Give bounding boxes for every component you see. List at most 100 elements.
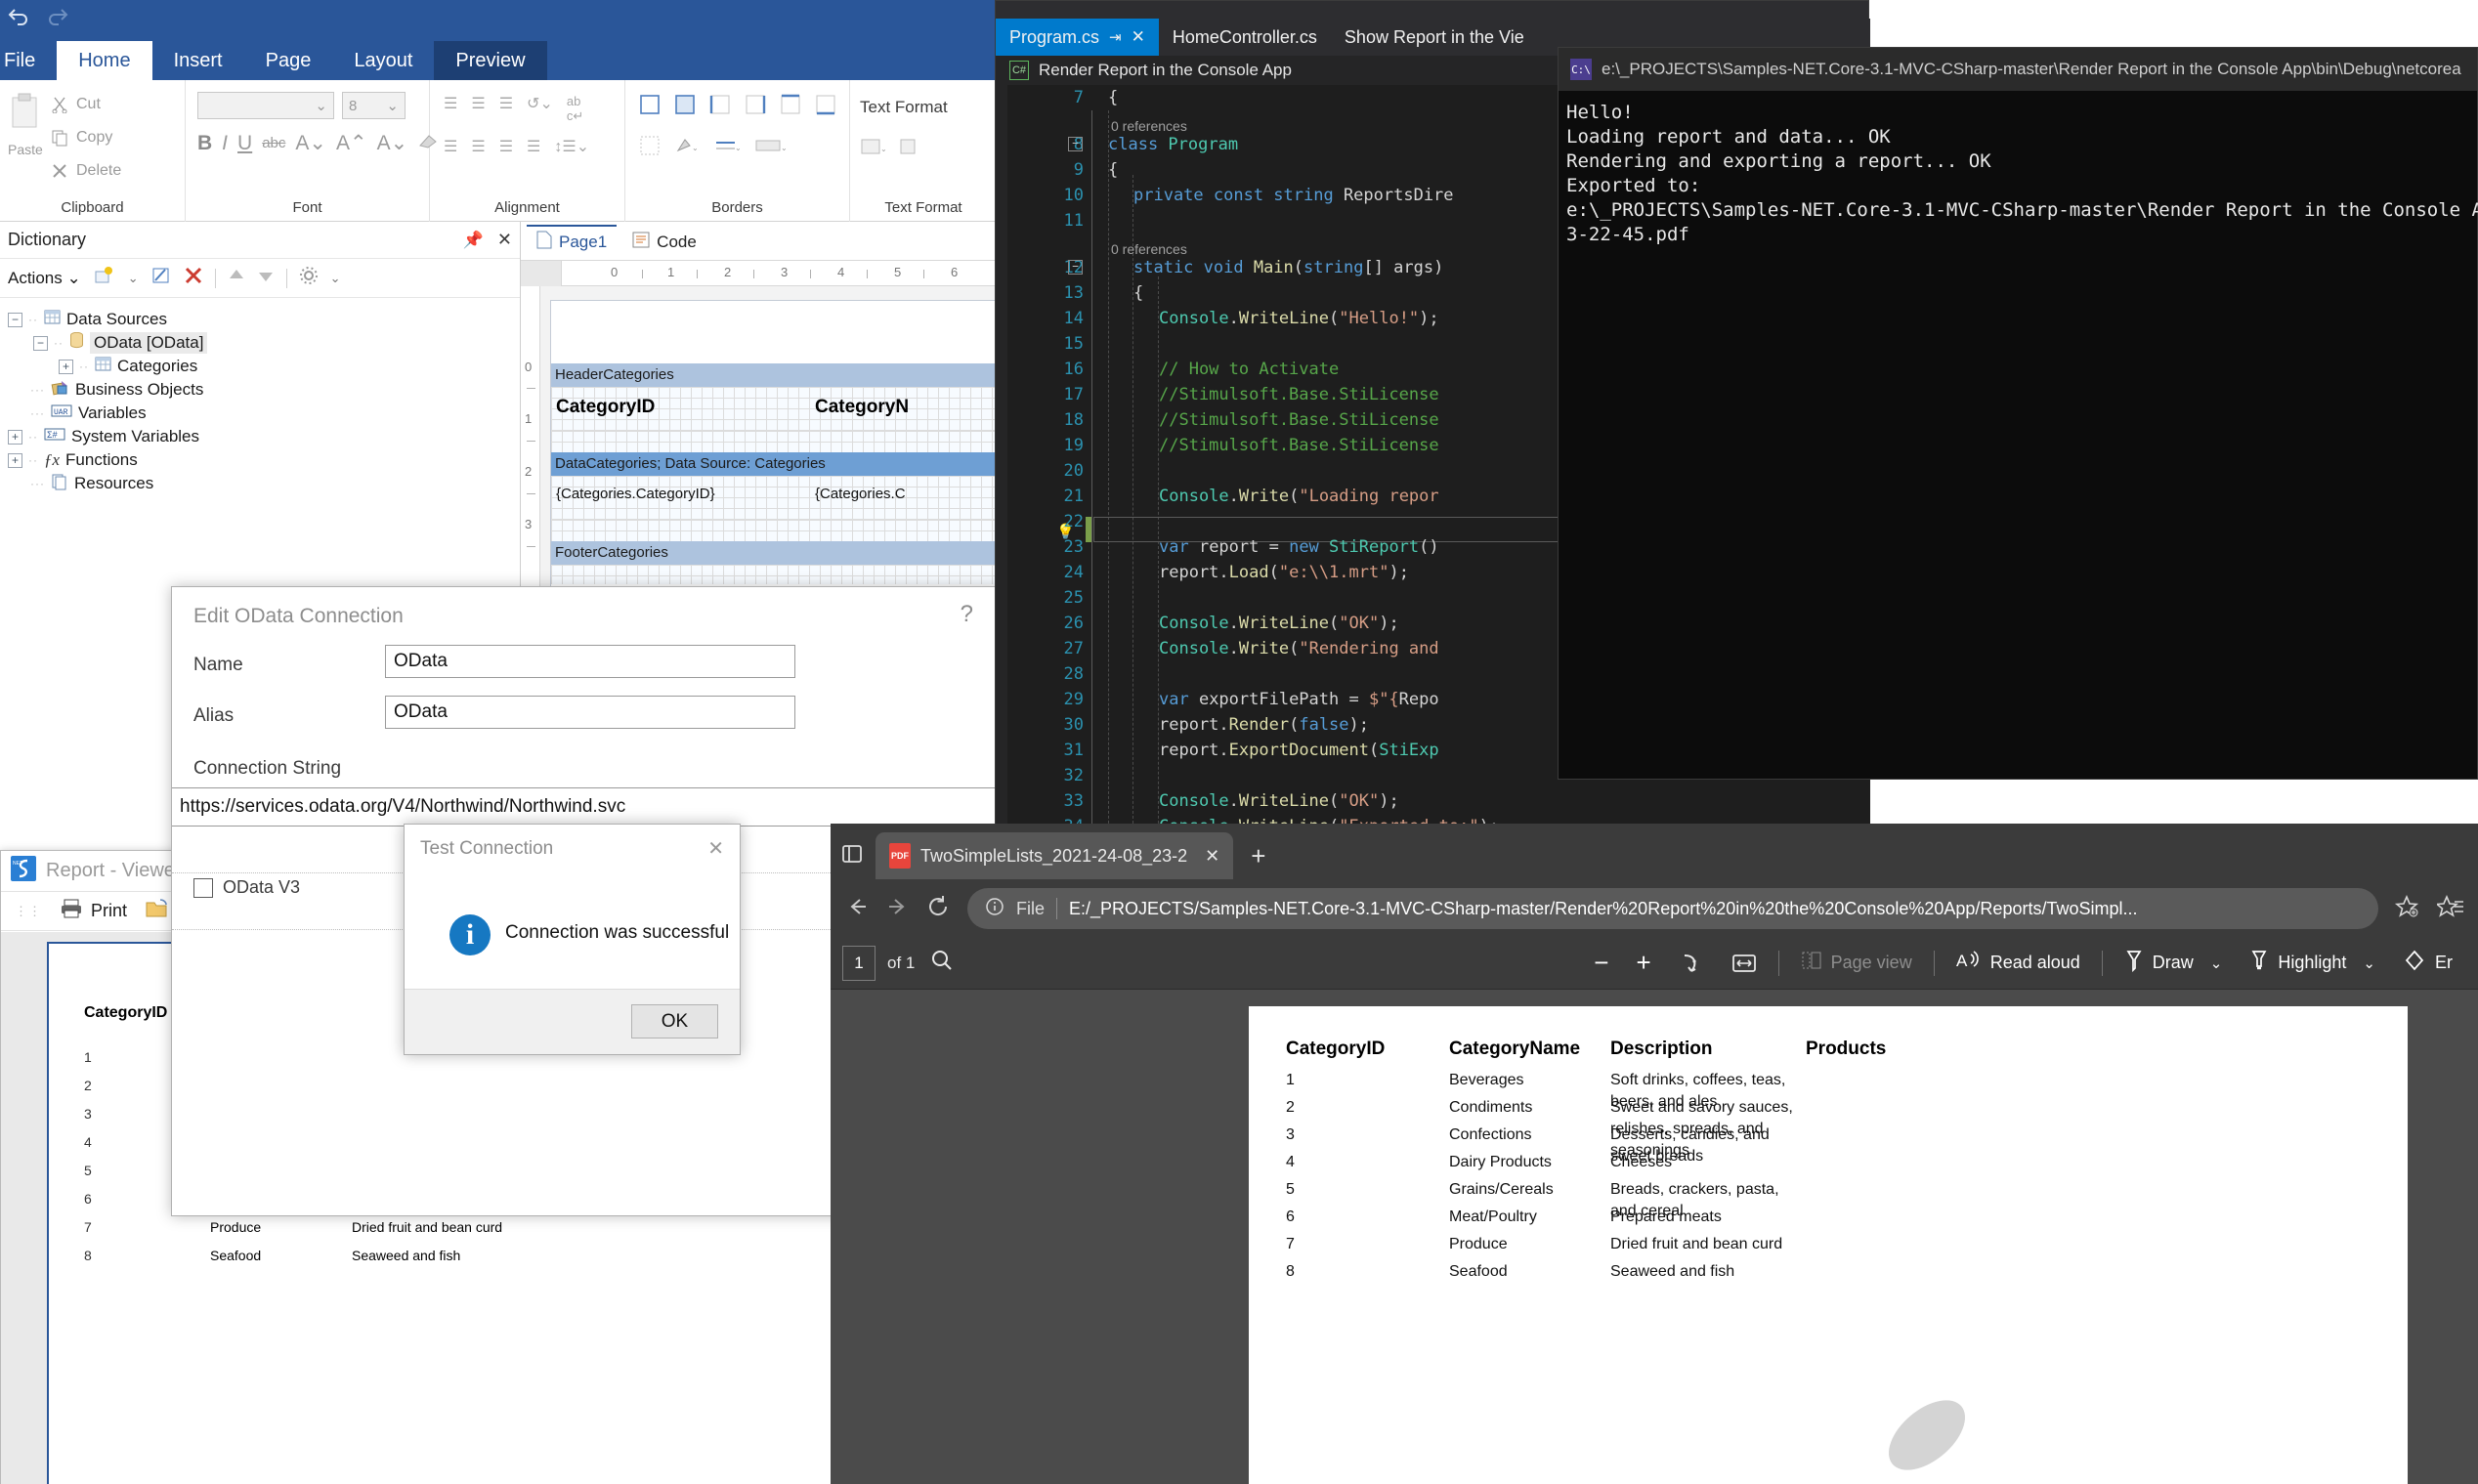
justify-icon[interactable]: ☰ [527, 137, 540, 156]
align-left-icon[interactable]: ☰ [444, 94, 457, 124]
help-icon[interactable]: ? [961, 601, 973, 628]
fit-width-icon[interactable] [1718, 944, 1771, 983]
tree-item-functions[interactable]: + ·· ƒx Functions [8, 448, 520, 472]
reload-icon[interactable] [926, 895, 952, 923]
tree-item-data-sources[interactable]: − ·· Data Sources [8, 308, 520, 331]
border-none-icon[interactable] [639, 135, 661, 161]
italic-button[interactable]: I [222, 132, 228, 155]
border-bottom-icon[interactable] [815, 94, 836, 120]
chevron-down-icon[interactable]: ⌄ [128, 271, 139, 286]
border-width-icon[interactable]: ⌄ [754, 135, 790, 161]
ribbon-tab-preview[interactable]: Preview [434, 41, 547, 80]
back-icon[interactable] [844, 896, 870, 922]
border-color-icon[interactable]: ⌄ [674, 135, 700, 161]
expander-plus-icon[interactable]: + [8, 452, 22, 468]
code-line[interactable]: { [1108, 157, 1118, 183]
highlight-button[interactable]: Highlight ⌄ [2236, 944, 2389, 983]
search-icon[interactable] [930, 949, 954, 977]
border-left-icon[interactable] [709, 94, 731, 120]
font-color-button[interactable]: A⌄ [295, 131, 326, 155]
vs-tab-homecontroller-cs[interactable]: HomeController.cs [1159, 19, 1331, 56]
border-all-icon[interactable] [639, 94, 661, 120]
band-header-categories[interactable]: HeaderCategories [551, 363, 1001, 387]
align-top-icon[interactable]: ☰ [444, 137, 457, 156]
name-field[interactable] [385, 645, 795, 678]
line-spacing-icon[interactable]: ↕☰⌄ [554, 137, 589, 156]
settings-gear-icon[interactable] [299, 266, 319, 290]
edit-icon[interactable] [150, 266, 172, 290]
paste-button[interactable]: Paste [8, 92, 47, 160]
close-icon[interactable]: ✕ [707, 836, 724, 861]
new-tab-button[interactable]: + [1237, 841, 1279, 871]
undo-icon[interactable] [6, 6, 31, 27]
delete-icon[interactable] [184, 266, 203, 290]
rotate-text-icon[interactable]: ↺⌄ [527, 94, 553, 124]
code-fold-toggle[interactable]: − [1068, 137, 1083, 151]
rotate-icon[interactable] [1665, 944, 1718, 983]
cut-button[interactable]: Cut [51, 96, 101, 113]
code-fold-toggle[interactable]: − [1068, 260, 1083, 275]
pdf-viewport[interactable]: CategoryID CategoryName Description Product… [831, 990, 2478, 1484]
test-dialog-ok-button[interactable]: OK [631, 1004, 718, 1039]
code-line[interactable]: Console.WriteLine("Hello!"); [1108, 306, 1439, 331]
code-line[interactable]: { [1108, 280, 1143, 306]
code-line[interactable]: Console.WriteLine("OK"); [1108, 611, 1399, 636]
code-line[interactable]: // How to Activate [1108, 357, 1339, 382]
bold-button[interactable]: B [197, 132, 212, 155]
zoom-out-button[interactable]: − [1580, 944, 1622, 983]
chevron-down-icon[interactable]: ⌄ [2210, 954, 2223, 972]
code-line[interactable]: var exportFilePath = $"{Repo [1108, 687, 1439, 712]
ribbon-tab-file[interactable]: File [0, 41, 57, 80]
tab-actions-icon[interactable] [840, 842, 864, 870]
collections-icon[interactable] [2434, 894, 2464, 924]
ribbon-tab-insert[interactable]: Insert [152, 41, 244, 80]
align-middle-icon[interactable]: ☰ [471, 137, 485, 156]
tree-item-categories[interactable]: + ·· Categories [8, 355, 520, 378]
tree-item-variables[interactable]: ··· UAR Variables [8, 402, 520, 425]
header-cell-categoryid[interactable]: CategoryID [556, 397, 655, 418]
font-family-combo[interactable]: ⌄ [197, 92, 334, 119]
ribbon-tab-layout[interactable]: Layout [332, 41, 434, 80]
actions-button[interactable]: Actions ⌄ [8, 269, 81, 288]
page-view-button[interactable]: Page view [1787, 944, 1926, 983]
ribbon-tab-page[interactable]: Page [244, 41, 333, 80]
code-line[interactable]: //Stimulsoft.Base.StiLicense [1108, 407, 1439, 433]
new-item-icon[interactable] [93, 266, 116, 290]
code-line[interactable]: var report = new StiReport() [1108, 534, 1439, 560]
expander-plus-icon[interactable]: + [59, 359, 73, 374]
tree-item-business-objects[interactable]: ··· Business Objects [8, 378, 520, 402]
delete-button[interactable]: Delete [51, 162, 121, 180]
increase-font-size-button[interactable]: A⌃ [336, 131, 367, 155]
text-format-more-icon[interactable] [899, 137, 919, 161]
odata-v3-checkbox[interactable] [193, 878, 213, 898]
read-aloud-button[interactable]: A Read aloud [1943, 944, 2094, 983]
close-icon[interactable]: ✕ [497, 230, 512, 250]
code-line[interactable]: report.ExportDocument(StiExp [1108, 738, 1439, 763]
toolbar-grip[interactable]: ⋮⋮ [15, 904, 42, 919]
code-line[interactable]: class Program [1108, 132, 1238, 157]
redo-icon[interactable] [45, 6, 70, 27]
tree-item-resources[interactable]: ··· Resources [8, 472, 520, 495]
border-top-icon[interactable] [780, 94, 801, 120]
code-line[interactable]: Console.Write("Rendering and [1108, 636, 1439, 661]
close-icon[interactable]: ✕ [1205, 846, 1219, 867]
chevron-down-icon[interactable]: ⌄ [330, 271, 341, 286]
align-bottom-icon[interactable]: ☰ [499, 137, 513, 156]
underline-button[interactable]: U [237, 132, 252, 155]
pdf-page-input[interactable]: 1 [842, 945, 876, 981]
border-right-icon[interactable] [745, 94, 766, 120]
code-line[interactable]: Console.WriteLine("OK"); [1108, 788, 1399, 814]
viewer-print-button[interactable]: Print [60, 898, 127, 924]
forward-icon[interactable] [885, 896, 911, 922]
pin-icon[interactable]: ⇥ [1109, 28, 1122, 46]
zoom-in-button[interactable]: + [1622, 944, 1664, 983]
code-line[interactable]: report.Render(false); [1108, 712, 1369, 738]
code-line[interactable]: Console.Write("Loading repor [1108, 484, 1439, 509]
expander-plus-icon[interactable]: + [8, 429, 22, 445]
text-format-type-icon[interactable]: ⌄ [860, 137, 887, 161]
data-cell-categoryname[interactable]: {Categories.C [815, 486, 906, 502]
align-center-icon[interactable]: ☰ [471, 94, 485, 124]
code-line[interactable]: { [1108, 85, 1118, 110]
chevron-down-icon[interactable]: ⌄ [2363, 954, 2375, 972]
expander-minus-icon[interactable]: − [8, 312, 22, 327]
